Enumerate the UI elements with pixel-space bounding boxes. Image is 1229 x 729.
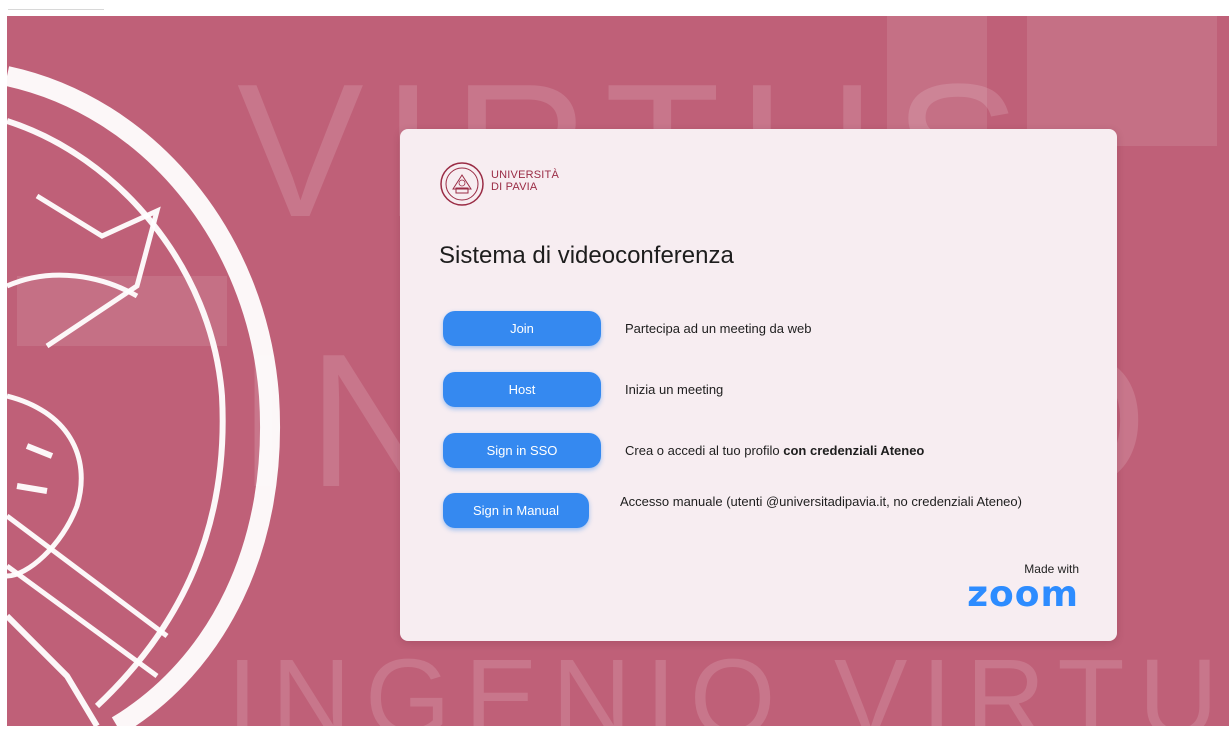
zoom-logo: zoom: [967, 574, 1079, 615]
login-card: UNIVERSITÀ DI PAVIA Sistema di videoconf…: [400, 129, 1117, 641]
page: VIRTUS INGENIO INGENIO VIRTUS UNIVERSITÀ: [0, 0, 1229, 729]
page-title: Sistema di videoconferenza: [439, 242, 734, 269]
action-row-sso: Sign in SSO Crea o accedi al tuo profilo…: [443, 433, 1093, 469]
top-strip: [0, 0, 1229, 16]
sign-in-manual-button[interactable]: Sign in Manual: [443, 493, 589, 528]
join-button[interactable]: Join: [443, 311, 601, 346]
university-name: UNIVERSITÀ DI PAVIA: [491, 169, 559, 193]
top-strip-line: [8, 3, 104, 10]
action-row-host: Host Inizia un meeting: [443, 372, 1093, 408]
action-row-join: Join Partecipa ad un meeting da web: [443, 311, 1093, 347]
host-button[interactable]: Host: [443, 372, 601, 407]
university-logo: UNIVERSITÀ DI PAVIA: [439, 161, 599, 211]
manual-description: Accesso manuale (utenti @universitadipav…: [620, 494, 1022, 509]
sso-description-text: Crea o accedi al tuo profilo: [625, 443, 784, 458]
sign-in-sso-button[interactable]: Sign in SSO: [443, 433, 601, 468]
sso-description-bold: con credenziali Ateneo: [783, 443, 925, 458]
university-seal-icon: [440, 162, 484, 206]
university-name-line2: DI PAVIA: [491, 181, 538, 193]
university-name-line1: UNIVERSITÀ: [491, 169, 560, 181]
host-description: Inizia un meeting: [625, 382, 724, 397]
action-row-manual: Sign in Manual Accesso manuale (utenti @…: [443, 493, 1093, 529]
join-description: Partecipa ad un meeting da web: [625, 321, 812, 336]
svg-text:INGENIO VIRTUS: INGENIO VIRTUS: [227, 637, 1229, 726]
sso-description: Crea o accedi al tuo profilo con credenz…: [625, 443, 924, 458]
